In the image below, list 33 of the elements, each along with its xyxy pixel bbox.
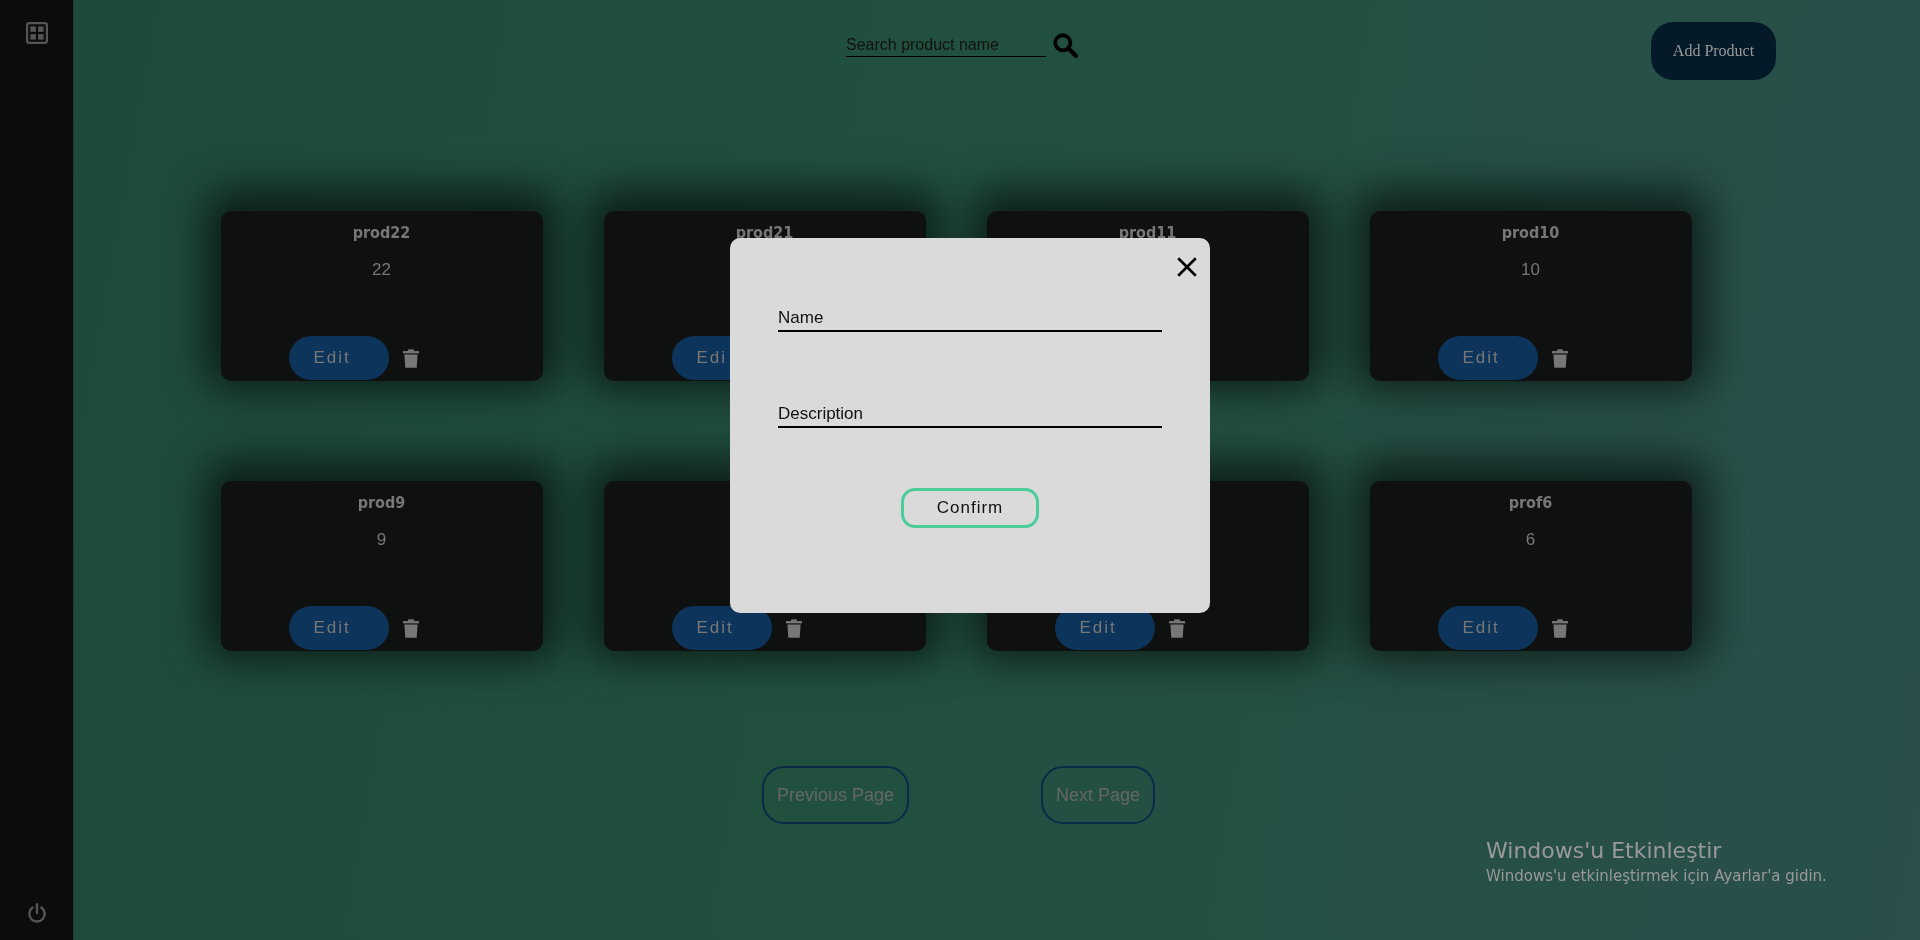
trash-icon[interactable] (1551, 618, 1568, 638)
trash-icon[interactable] (402, 348, 419, 368)
search-field[interactable]: Search product name (846, 33, 1046, 57)
edit-button[interactable]: Edit (288, 606, 389, 650)
activation-text: Windows'u etkinleştirmek için Ayarlar'a gidin. (1486, 867, 1827, 885)
activation-title: Windows'u Etkinleştir (1486, 838, 1723, 863)
trash-icon[interactable] (785, 618, 802, 638)
edit-button[interactable]: Edit (288, 336, 389, 380)
product-value: 22 (372, 260, 391, 280)
trash-icon[interactable] (1168, 618, 1185, 638)
confirm-button[interactable]: Confirm (901, 488, 1039, 528)
edit-button[interactable]: Edit (1437, 336, 1538, 380)
trash-icon[interactable] (402, 618, 419, 638)
product-value: 6 (1525, 530, 1536, 550)
trash-icon[interactable] (1551, 348, 1568, 368)
power-icon[interactable] (25, 902, 48, 924)
product-name: prod9 (357, 493, 406, 512)
edit-button[interactable]: Edit (1437, 606, 1538, 650)
product-name: prod21 (735, 223, 794, 242)
product-name: prof6 (1508, 493, 1553, 512)
dashboard-icon[interactable] (25, 22, 48, 44)
previous-page-button[interactable]: Previous Page (761, 766, 909, 824)
product-name: prod10 (1501, 223, 1560, 242)
next-page-button[interactable]: Next Page (1041, 766, 1156, 824)
input-field[interactable]: Name (778, 306, 1162, 332)
close-icon[interactable] (1176, 256, 1198, 278)
product-value: 9 (376, 530, 387, 550)
add-product-button[interactable]: Add Product (1651, 22, 1776, 80)
input-field[interactable]: Description (778, 402, 1162, 428)
product-name: prod22 (352, 223, 411, 242)
product-value: 10 (1521, 260, 1540, 280)
product-name: prod11 (1118, 223, 1177, 242)
edit-button[interactable]: Edit (671, 606, 772, 650)
